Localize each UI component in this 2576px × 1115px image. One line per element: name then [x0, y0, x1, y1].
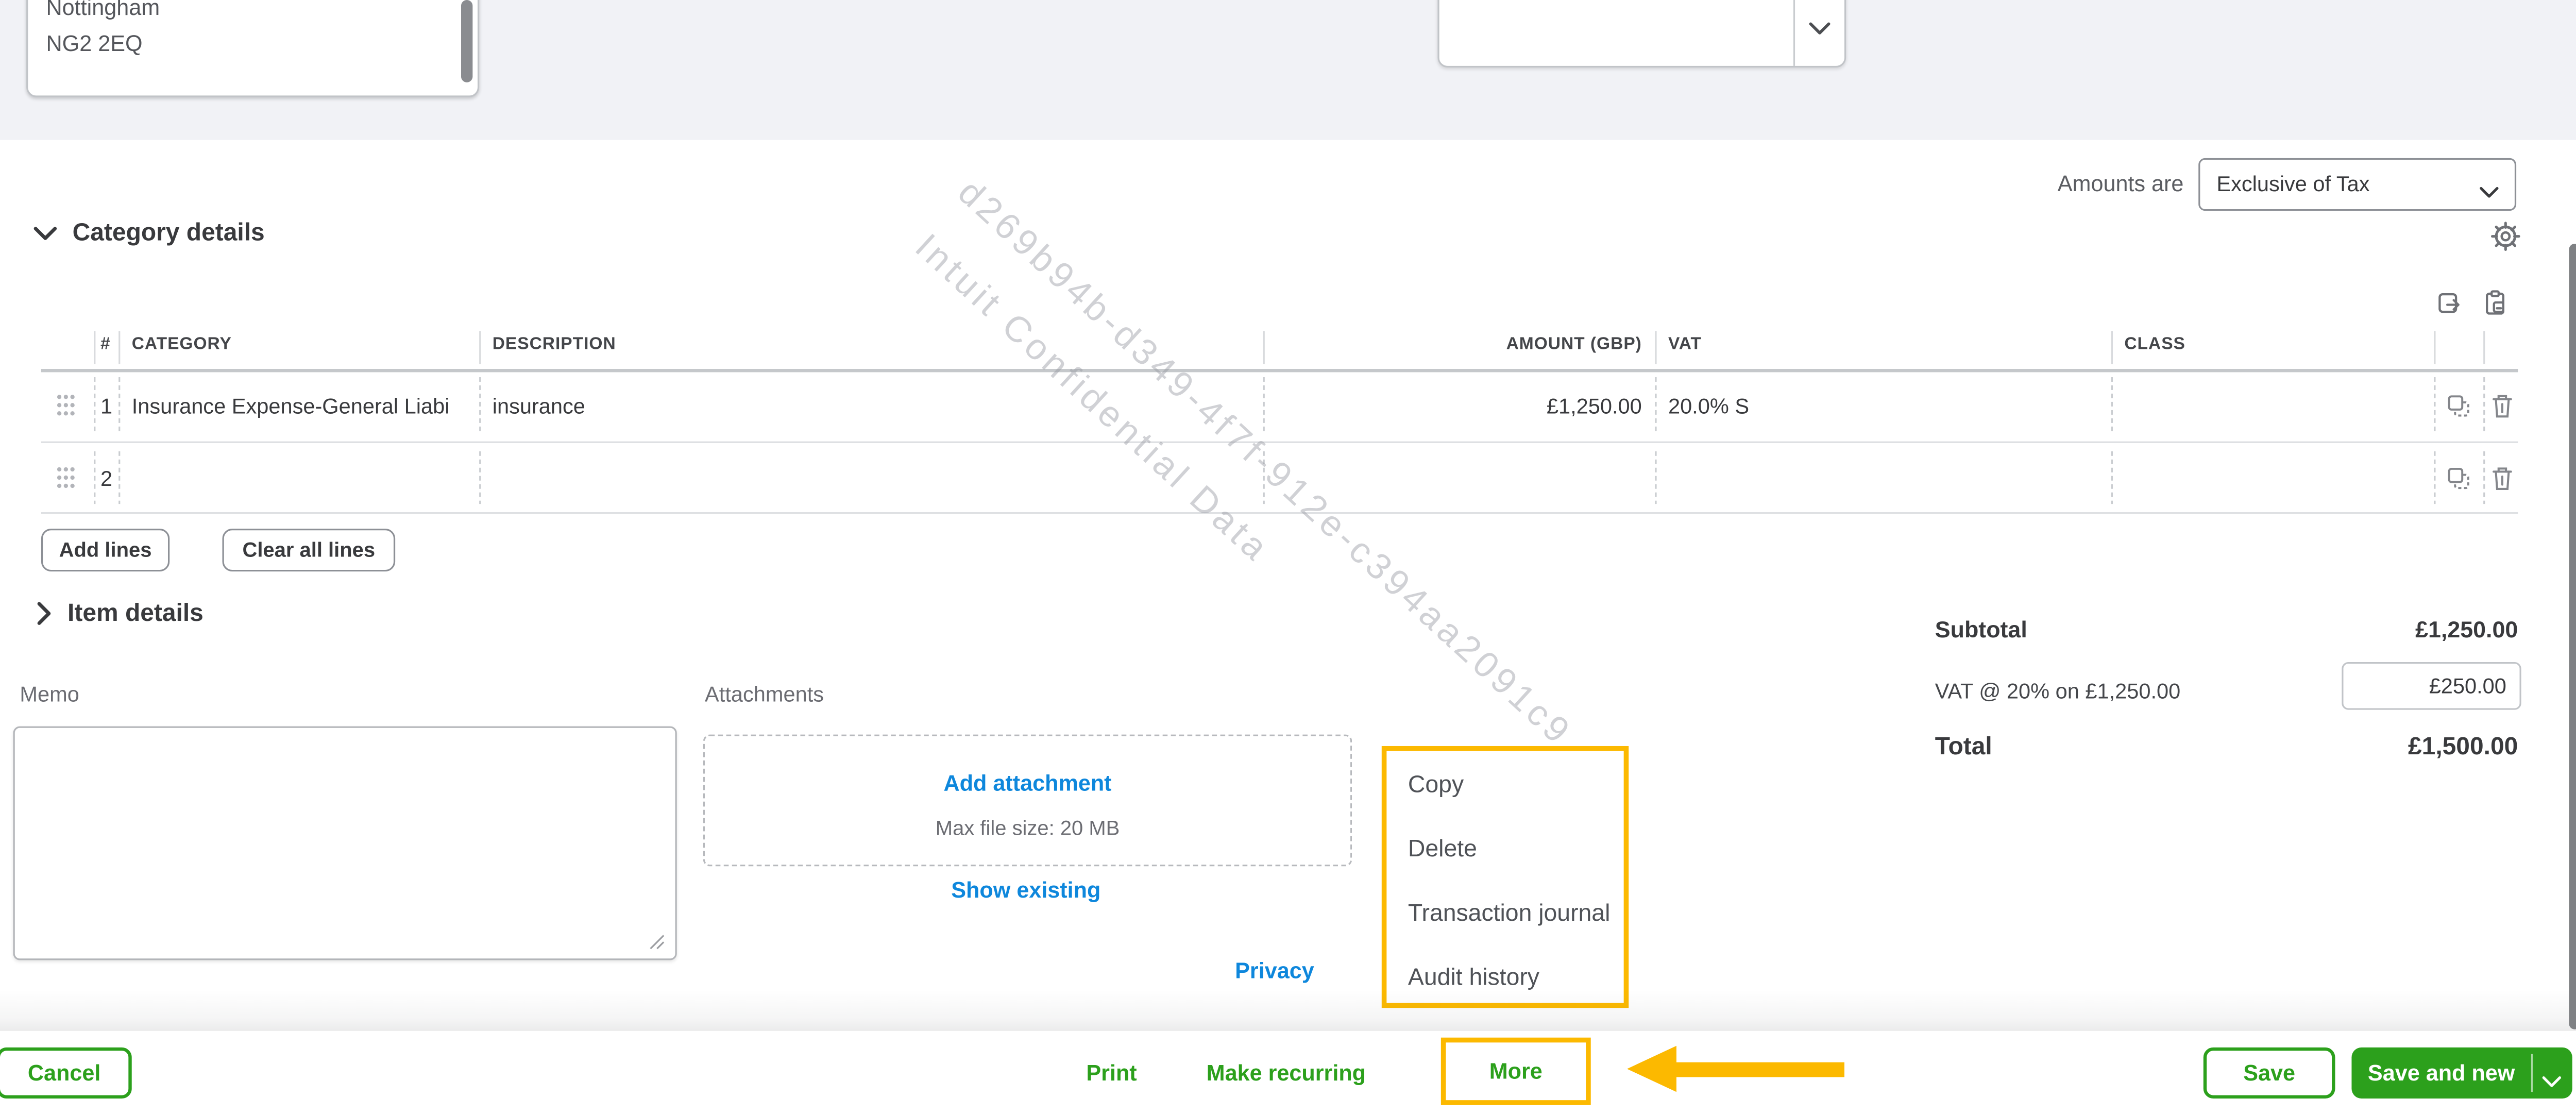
save-and-new-label: Save and new: [2367, 1060, 2515, 1086]
category-lines-table: # CATEGORY DESCRIPTION AMOUNT (GBP) VAT …: [41, 326, 2518, 514]
item-details-title: Item details: [67, 599, 204, 628]
col-header-category: CATEGORY: [131, 334, 232, 354]
tags-dropdown[interactable]: [1437, 0, 1846, 68]
more-context-menu: Copy Delete Transaction journal Audit hi…: [1381, 746, 1629, 1008]
total-value: £1,500.00: [2408, 733, 2518, 761]
vat-line-label: VAT @ 20% on £1,250.00: [1935, 678, 2181, 703]
amount-cell[interactable]: £1,250.00: [1263, 394, 1642, 418]
print-button[interactable]: Print: [1062, 1060, 1161, 1085]
col-header-num: #: [100, 334, 111, 354]
resize-grip-icon[interactable]: [649, 929, 665, 950]
memo-label: Memo: [20, 682, 79, 707]
table-row[interactable]: 1 Insurance Expense-General Liabi insura…: [41, 369, 2518, 442]
make-recurring-button[interactable]: Make recurring: [1194, 1060, 1378, 1085]
save-and-new-button[interactable]: Save and new: [2351, 1047, 2572, 1099]
footer-shadow: [0, 990, 2576, 1031]
tutorial-arrow-icon: [1627, 1045, 1676, 1092]
form-header-band: Nottingham NG2 2EQ: [0, 0, 2576, 140]
chevron-right-icon: [37, 602, 51, 625]
show-existing-link[interactable]: Show existing: [703, 878, 1349, 903]
drag-handle-icon[interactable]: [56, 394, 82, 421]
tutorial-arrow-shaft: [1674, 1061, 1844, 1076]
cancel-button[interactable]: Cancel: [0, 1047, 132, 1099]
subtotal-label: Subtotal: [1935, 616, 2027, 643]
vat-cell[interactable]: 20.0% S: [1668, 394, 1749, 418]
description-cell[interactable]: insurance: [493, 394, 585, 418]
attachment-dropzone[interactable]: Add attachment Max file size: 20 MB: [703, 734, 1352, 867]
amounts-are-value: Exclusive of Tax: [2216, 171, 2370, 196]
col-header-class: CLASS: [2124, 334, 2185, 354]
more-button[interactable]: More: [1440, 1037, 1591, 1105]
category-details-header[interactable]: Category details: [33, 219, 265, 247]
menu-item-delete[interactable]: Delete: [1408, 837, 1477, 870]
menu-item-copy[interactable]: Copy: [1408, 772, 1464, 805]
chevron-down-icon[interactable]: [1808, 15, 1832, 45]
chevron-down-icon: [2479, 178, 2500, 208]
subtotal-value: £1,250.00: [2415, 616, 2518, 643]
row-number: 1: [100, 393, 113, 418]
col-header-vat: VAT: [1668, 334, 1702, 354]
export-lines-icon[interactable]: [2435, 288, 2463, 318]
billing-address-field[interactable]: Nottingham NG2 2EQ: [26, 0, 480, 97]
address-line-postcode: NG2 2EQ: [46, 31, 143, 56]
duplicate-line-icon[interactable]: [2446, 464, 2472, 492]
privacy-link[interactable]: Privacy: [1149, 958, 1314, 983]
dropdown-divider: [1793, 0, 1795, 66]
save-button[interactable]: Save: [2203, 1047, 2335, 1099]
total-label: Total: [1935, 733, 1992, 761]
chevron-down-icon: [33, 226, 57, 240]
table-row[interactable]: 2: [41, 443, 2518, 512]
page-scrollbar[interactable]: [2569, 244, 2576, 1029]
menu-item-transaction-journal[interactable]: Transaction journal: [1408, 901, 1610, 934]
amounts-are-select[interactable]: Exclusive of Tax: [2198, 158, 2517, 211]
chevron-down-icon[interactable]: [2541, 1067, 2563, 1097]
add-lines-button[interactable]: Add lines: [41, 529, 170, 572]
clear-all-lines-button[interactable]: Clear all lines: [222, 529, 396, 572]
item-details-header[interactable]: Item details: [36, 599, 204, 628]
attachments-label: Attachments: [705, 682, 824, 707]
paste-lines-icon[interactable]: [2482, 288, 2510, 318]
gear-icon[interactable]: [2490, 221, 2521, 252]
split-button-divider: [2531, 1054, 2533, 1092]
category-details-title: Category details: [72, 219, 265, 247]
delete-line-icon[interactable]: [2489, 464, 2515, 492]
address-line-city: Nottingham: [46, 0, 160, 20]
memo-input[interactable]: [13, 726, 677, 960]
address-scrollbar[interactable]: [461, 0, 473, 82]
expense-form-page: Nottingham NG2 2EQ Amounts are Exclusive…: [0, 0, 2576, 1115]
category-cell[interactable]: Insurance Expense-General Liabi: [132, 394, 474, 418]
col-header-amount: AMOUNT (GBP): [1506, 334, 1642, 354]
footer-bar: Cancel Print Make recurring More Save Sa…: [0, 1030, 2576, 1115]
max-file-size-note: Max file size: 20 MB: [935, 817, 1120, 840]
vat-amount-input[interactable]: [2342, 662, 2521, 710]
amounts-are-label: Amounts are: [2057, 171, 2184, 196]
drag-handle-icon[interactable]: [56, 466, 82, 494]
delete-line-icon[interactable]: [2489, 392, 2515, 420]
add-attachment-link[interactable]: Add attachment: [705, 771, 1350, 796]
table-header-row: # CATEGORY DESCRIPTION AMOUNT (GBP) VAT …: [41, 326, 2518, 373]
duplicate-line-icon[interactable]: [2446, 392, 2472, 420]
billing-address-text: Nottingham NG2 2EQ: [46, 0, 160, 62]
col-header-description: DESCRIPTION: [492, 334, 616, 354]
row-number: 2: [100, 466, 113, 491]
